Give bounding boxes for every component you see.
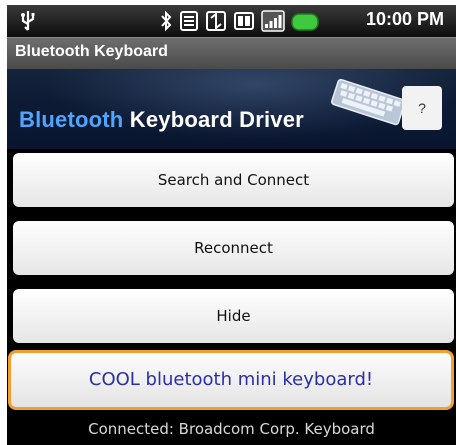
clock: 10:00 PM: [365, 9, 444, 29]
help-button[interactable]: ?: [402, 86, 442, 130]
hide-button[interactable]: Hide: [13, 289, 454, 343]
phone-screen: 10:00 PM Bluetooth Keyboard Bluetooth Ke…: [7, 5, 456, 445]
signal-icon: [261, 10, 285, 32]
search-and-connect-button[interactable]: Search and Connect: [13, 153, 454, 207]
sync-icon: [206, 11, 226, 31]
app-title: Bluetooth Keyboard: [15, 43, 168, 60]
wifi-icon: [180, 11, 198, 31]
status-bar: 10:00 PM: [7, 5, 456, 37]
usb-icon: [21, 11, 35, 31]
connection-status: Connected: Broadcom Corp. Keyboard: [7, 413, 456, 445]
keyboard-icon: [331, 78, 406, 126]
battery-icon: [291, 13, 319, 31]
banner: Bluetooth Keyboard Driver: [7, 69, 456, 149]
banner-title-brand: Bluetooth: [19, 107, 124, 132]
app-title-bar: Bluetooth Keyboard: [7, 37, 456, 69]
ad-banner[interactable]: COOL bluetooth mini keyboard!: [8, 350, 454, 410]
banner-title-rest: Keyboard Driver: [123, 107, 304, 132]
bluetooth-icon: [161, 10, 172, 32]
reconnect-button[interactable]: Reconnect: [13, 221, 454, 275]
banner-title: Bluetooth Keyboard Driver: [19, 107, 304, 133]
sd-card-icon: [234, 12, 254, 30]
